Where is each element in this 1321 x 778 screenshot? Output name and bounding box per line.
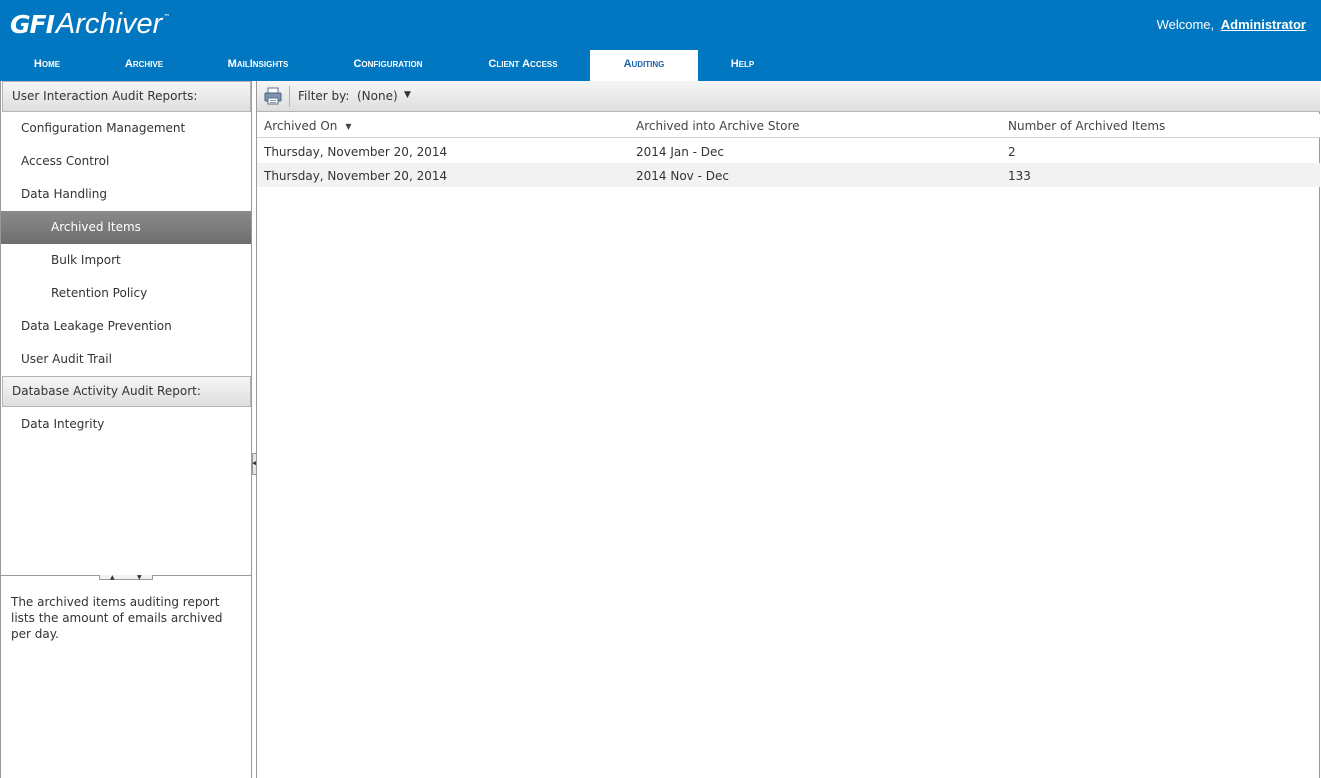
- section-database-activity-audit: Database Activity Audit Report:: [2, 376, 251, 407]
- logo-gfi: GFI: [10, 10, 55, 39]
- tab-help[interactable]: Help: [720, 50, 765, 81]
- cell-item-count: 133: [1008, 169, 1031, 183]
- sidebar-item-bulk-import[interactable]: Bulk Import: [1, 244, 251, 277]
- collapse-down-icon[interactable]: ▼: [137, 575, 142, 581]
- filter-dropdown[interactable]: (None): [357, 89, 398, 103]
- table-row[interactable]: Thursday, November 20, 2014 2014 Nov - D…: [257, 163, 1320, 187]
- column-number-archived[interactable]: Number of Archived Items: [1008, 119, 1165, 133]
- tab-auditing[interactable]: Auditing: [590, 50, 698, 81]
- sidebar-item-archived-items[interactable]: Archived Items: [1, 211, 251, 244]
- column-archive-store[interactable]: Archived into Archive Store: [636, 119, 800, 133]
- tab-client-access[interactable]: Client Access: [478, 50, 568, 81]
- grid-header: Archived On ▼ Archived into Archive Store…: [257, 114, 1320, 138]
- toolbar-separator: [289, 86, 290, 107]
- section-user-interaction-audit: User Interaction Audit Reports:: [2, 81, 251, 112]
- report-description: The archived items auditing report lists…: [11, 595, 223, 641]
- column-archived-on-label: Archived On: [264, 119, 338, 133]
- sidebar-item-configuration-management[interactable]: Configuration Management: [1, 112, 251, 145]
- printer-icon[interactable]: [262, 86, 284, 106]
- welcome-text: Welcome,: [1156, 17, 1215, 32]
- sort-descending-icon: ▼: [345, 122, 352, 131]
- splitter-buttons: ▲ ▼: [99, 575, 153, 581]
- tab-home[interactable]: Home: [17, 50, 77, 81]
- app-header: GFIArchiver™ Welcome, Administrator Home…: [0, 0, 1321, 81]
- column-archived-on[interactable]: Archived On ▼: [264, 119, 352, 133]
- cell-archived-on: Thursday, November 20, 2014: [264, 145, 448, 159]
- expand-up-icon[interactable]: ▲: [110, 575, 115, 581]
- tab-configuration[interactable]: Configuration: [342, 50, 434, 81]
- cell-archive-store: 2014 Nov - Dec: [636, 169, 729, 183]
- report-sidebar: User Interaction Audit Reports: Configur…: [0, 81, 252, 778]
- tab-archive[interactable]: Archive: [113, 50, 175, 81]
- sidebar-item-user-audit-trail[interactable]: User Audit Trail: [1, 343, 251, 376]
- sidebar-item-data-integrity[interactable]: Data Integrity: [1, 408, 251, 441]
- welcome-area: Welcome, Administrator: [1157, 17, 1306, 32]
- report-toolbar: Filter by: (None) ▼: [257, 81, 1320, 112]
- cell-item-count: 2: [1008, 145, 1016, 159]
- tab-mailinsights[interactable]: MailInsights: [220, 50, 296, 81]
- sidebar-item-access-control[interactable]: Access Control: [1, 145, 251, 178]
- main-nav: Home Archive MailInsights Configuration …: [0, 50, 1321, 81]
- panel-splitter[interactable]: ▲ ▼: [1, 575, 251, 581]
- gfi-archiver-logo: GFIArchiver™: [10, 8, 170, 41]
- filter-label: Filter by:: [298, 89, 350, 103]
- table-row[interactable]: Thursday, November 20, 2014 2014 Jan - D…: [257, 139, 1320, 163]
- logo-product: Archiver: [55, 8, 163, 40]
- cell-archive-store: 2014 Jan - Dec: [636, 145, 725, 159]
- sidebar-item-data-leakage-prevention[interactable]: Data Leakage Prevention: [1, 310, 251, 343]
- user-link[interactable]: Administrator: [1221, 17, 1306, 32]
- logo-trademark: ™: [163, 13, 171, 21]
- sidebar-item-data-handling[interactable]: Data Handling: [1, 178, 251, 211]
- report-panel: Filter by: (None) ▼ Archived On ▼ Archive…: [256, 81, 1320, 778]
- cell-archived-on: Thursday, November 20, 2014: [264, 169, 448, 183]
- sidebar-item-retention-policy[interactable]: Retention Policy: [1, 277, 251, 310]
- chevron-down-icon[interactable]: ▼: [404, 90, 411, 100]
